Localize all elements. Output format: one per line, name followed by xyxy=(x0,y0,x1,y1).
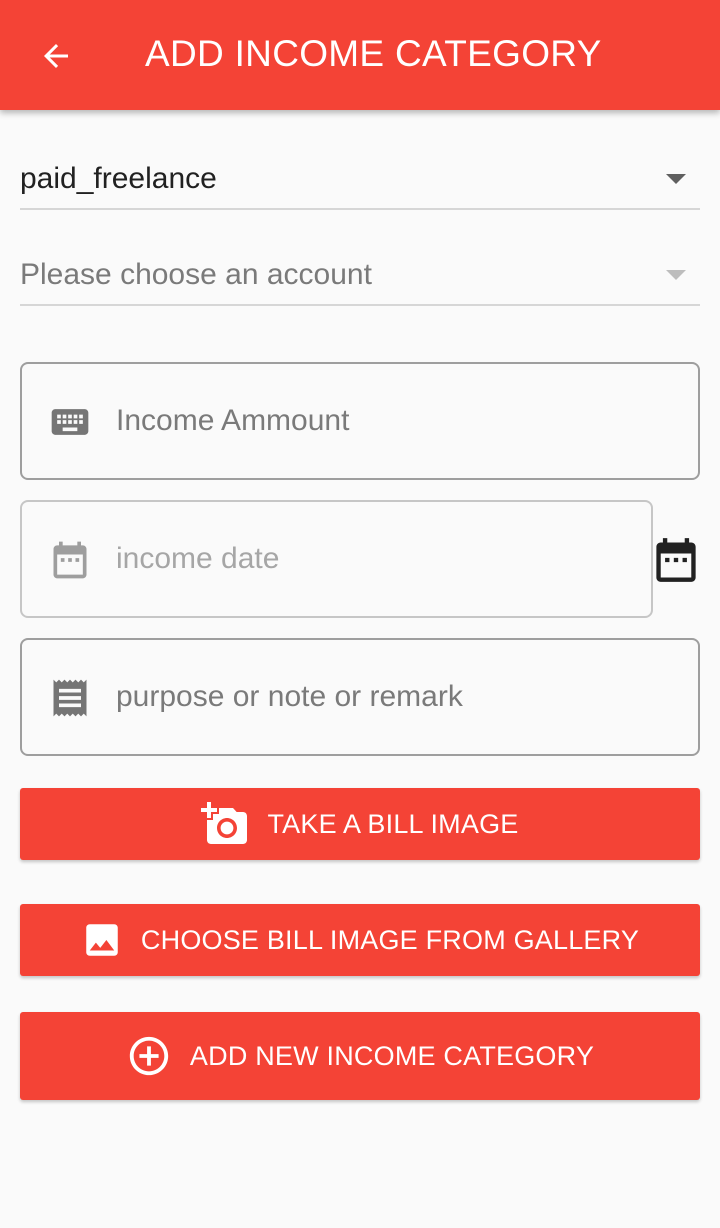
add-a-photo-icon xyxy=(201,802,248,844)
income-date-field[interactable] xyxy=(20,500,653,618)
add-new-income-category-label: ADD NEW INCOME CATEGORY xyxy=(189,1040,595,1071)
arrow-back-icon xyxy=(44,44,68,68)
receipt-icon xyxy=(53,679,87,717)
note-input[interactable] xyxy=(116,640,688,754)
page-title: ADD INCOME CATEGORY xyxy=(145,33,602,74)
button-icon-wrap xyxy=(201,800,249,848)
take-bill-image-button[interactable]: TAKE A BILL IMAGE xyxy=(20,788,700,860)
dropdown-arrow-icon xyxy=(666,270,686,280)
choose-from-gallery-button[interactable]: CHOOSE BILL IMAGE FROM GALLERY xyxy=(20,904,700,976)
add-circle-outline-icon xyxy=(129,1036,169,1076)
income-amount-input[interactable] xyxy=(116,364,688,478)
image-icon xyxy=(86,924,118,956)
choose-from-gallery-label: CHOOSE BILL IMAGE FROM GALLERY xyxy=(140,924,640,955)
take-bill-image-label: TAKE A BILL IMAGE xyxy=(267,808,519,839)
income-amount-field[interactable] xyxy=(20,362,700,480)
app-bar: ADD INCOME CATEGORY xyxy=(0,0,720,110)
keyboard-icon xyxy=(51,409,89,435)
account-dropdown[interactable]: Please choose an account xyxy=(20,240,700,306)
button-icon-wrap xyxy=(81,919,123,961)
category-dropdown-value: paid_freelance xyxy=(20,162,217,195)
category-dropdown[interactable]: paid_freelance xyxy=(20,144,700,210)
calendar-icon xyxy=(53,541,87,579)
add-new-income-category-button[interactable]: ADD NEW INCOME CATEGORY xyxy=(20,1012,700,1100)
account-dropdown-placeholder: Please choose an account xyxy=(20,258,372,291)
button-icon-wrap xyxy=(126,1033,172,1079)
back-button[interactable] xyxy=(36,36,76,76)
calendar-icon xyxy=(656,538,696,582)
dropdown-arrow-icon xyxy=(666,174,686,184)
note-field[interactable] xyxy=(20,638,700,756)
income-date-input[interactable] xyxy=(116,502,641,616)
date-picker-button[interactable] xyxy=(654,536,698,584)
